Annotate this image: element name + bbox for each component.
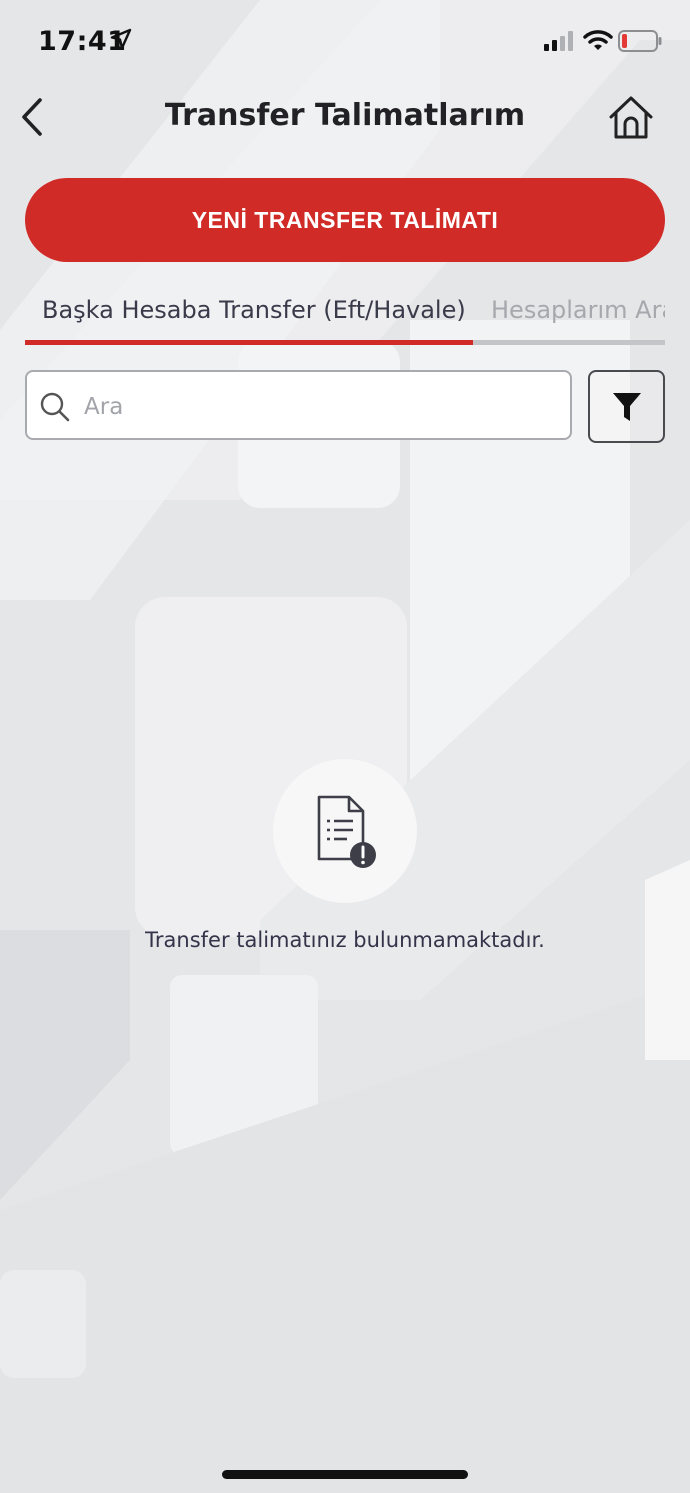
empty-state-badge	[273, 759, 417, 903]
home-icon[interactable]	[606, 94, 656, 142]
battery-low-icon	[618, 30, 662, 52]
tab-between-my-accounts[interactable]: Hesaplarım Arası	[491, 296, 665, 324]
page-title: Transfer Talimatlarım	[164, 98, 526, 133]
wifi-icon	[583, 30, 613, 50]
filter-button[interactable]	[588, 370, 665, 443]
cellular-signal-icon	[544, 31, 573, 51]
tab-bar: Başka Hesaba Transfer (Eft/Havale) Hesap…	[25, 290, 665, 346]
location-arrow-icon	[110, 28, 132, 50]
home-indicator[interactable]	[222, 1470, 468, 1479]
document-warning-icon	[317, 795, 376, 868]
funnel-icon	[612, 392, 641, 421]
search-icon	[40, 392, 70, 422]
search-input[interactable]	[82, 384, 556, 430]
search-box	[25, 370, 572, 440]
new-transfer-instruction-button[interactable]: YENİ TRANSFER TALİMATI	[25, 178, 665, 262]
empty-state-message: Transfer talimatınız bulunmamaktadır.	[145, 928, 545, 952]
tab-active-indicator	[25, 340, 473, 345]
tab-other-account-transfer[interactable]: Başka Hesaba Transfer (Eft/Havale)	[42, 296, 466, 324]
